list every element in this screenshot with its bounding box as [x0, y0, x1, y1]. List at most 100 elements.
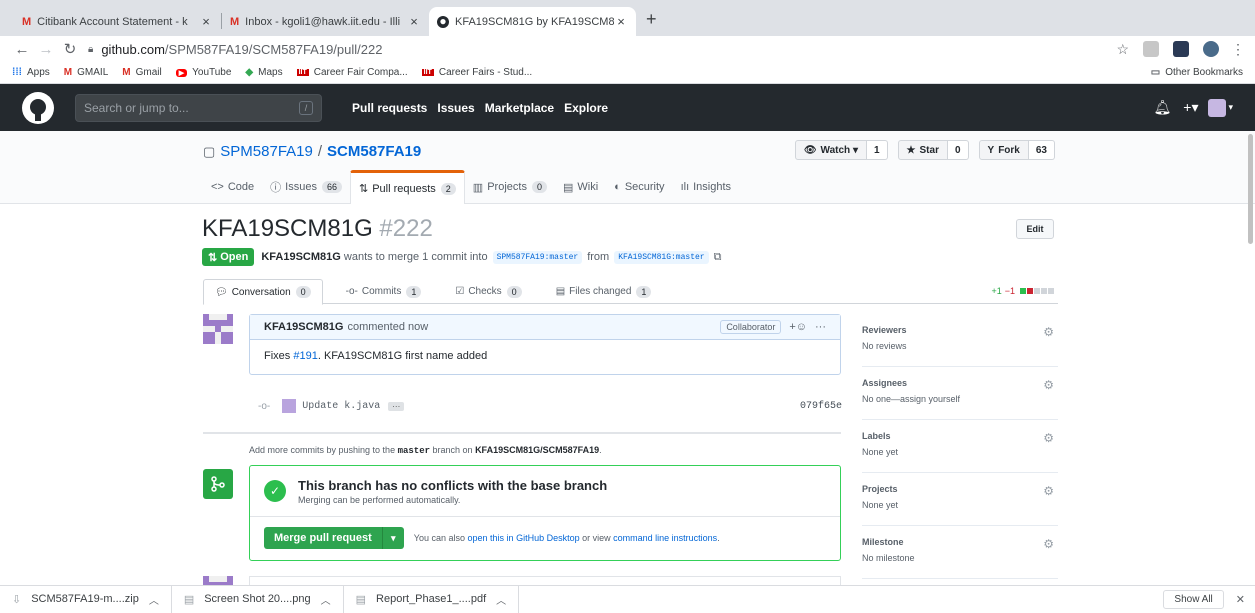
edit-button[interactable]: Edit — [1016, 219, 1054, 239]
show-all-button[interactable]: Show All — [1163, 589, 1224, 609]
plus-dropdown-icon[interactable]: +▾ — [1183, 99, 1198, 116]
more-options-icon[interactable]: ··· — [815, 321, 826, 333]
nav-issues[interactable]: Issues — [437, 101, 474, 115]
download-item[interactable]: ⇩ SCM587FA19-m....zip ︿ — [0, 585, 172, 613]
pr-author-link[interactable]: KFA19SCM81G — [261, 251, 340, 263]
download-item[interactable]: ▤ Screen Shot 20....png ︿ — [172, 585, 344, 613]
merge-pull-request-button[interactable]: Merge pull request — [264, 527, 382, 549]
browser-tab-citibank[interactable]: M Citibank Account Statement - k × — [14, 7, 221, 36]
sidebar-heading[interactable]: Labels — [862, 431, 1058, 441]
commit-sha-link[interactable]: 079f65e — [800, 401, 842, 412]
bookmark-label: YouTube — [192, 67, 232, 78]
copy-icon[interactable]: ⧉ — [714, 251, 722, 264]
tab-checks[interactable]: ☑ Checks 0 — [444, 279, 532, 304]
tab-commits[interactable]: -o- Commits 1 — [335, 279, 433, 304]
browser-tab-inbox[interactable]: M Inbox - kgoli1@hawk.iit.edu - Illi × — [222, 7, 429, 36]
expand-commit-button[interactable]: ··· — [388, 401, 405, 411]
tab-conversation[interactable]: 💬︎ Conversation 0 — [203, 279, 323, 305]
close-icon[interactable]: ✕ — [1236, 593, 1245, 606]
repo-actions: 👁︎ Watch ▾ 1 ★ Star 0 Y Fork 63 — [785, 140, 1055, 160]
sidebar-heading[interactable]: Reviewers — [862, 325, 1058, 335]
gear-icon[interactable]: ⚙ — [1043, 537, 1054, 551]
chevron-down-icon[interactable]: ▾ — [381, 527, 404, 549]
repo-owner-link[interactable]: SPM587FA19 — [220, 143, 313, 160]
bookmark-career-fairs[interactable]: IIT Career Fairs - Stud... — [421, 67, 532, 78]
bookmark-gmail[interactable]: M GMAIL — [64, 67, 108, 78]
avatar[interactable] — [282, 399, 297, 413]
extension-icon[interactable] — [1143, 41, 1159, 57]
bookmark-maps[interactable]: ◆ Maps — [245, 67, 282, 78]
new-tab-icon[interactable]: + — [646, 9, 657, 30]
tab-projects[interactable]: ▥ Projects 0 — [465, 170, 555, 204]
tab-issues[interactable]: ⓘ Issues 66 — [262, 170, 350, 204]
base-branch[interactable]: SPM587FA19:master — [492, 250, 583, 264]
chevron-down-icon[interactable]: ▾ — [1228, 102, 1233, 113]
star-bookmark-icon[interactable]: ☆ — [1116, 41, 1129, 58]
extension-icon[interactable] — [1173, 41, 1189, 57]
bookmark-youtube[interactable]: ▶ YouTube — [175, 67, 232, 78]
tab-files-changed[interactable]: ▤ Files changed 1 — [545, 279, 663, 304]
sidebar-heading[interactable]: Projects — [862, 484, 1058, 494]
bookmark-career-fair-companies[interactable]: IIT Career Fair Compa... — [296, 67, 408, 78]
chevron-up-icon[interactable]: ︿ — [321, 592, 331, 607]
avatar[interactable] — [203, 314, 233, 344]
scrollbar[interactable] — [1248, 134, 1253, 244]
gear-icon[interactable]: ⚙ — [1043, 325, 1054, 339]
bookmark-apps[interactable]: ⁞⁞⁞ Apps — [12, 67, 50, 78]
bookmark-other[interactable]: ▭ Other Bookmarks — [1151, 67, 1243, 78]
watch-button[interactable]: 👁︎ Watch ▾ — [794, 140, 867, 160]
close-icon[interactable]: × — [407, 14, 421, 29]
merge-hint-text: or view — [582, 533, 611, 543]
sidebar-heading[interactable]: Assignees — [862, 378, 1058, 388]
sidebar-value: None yet — [862, 500, 899, 510]
sidebar-heading[interactable]: Milestone — [862, 537, 1058, 547]
project-icon: ▥ — [472, 181, 484, 194]
add-reaction-icon[interactable]: +☺ — [789, 321, 807, 333]
tab-insights[interactable]: ılı Insights — [673, 170, 739, 204]
issue-icon: ⓘ — [270, 182, 282, 194]
github-logo-icon[interactable] — [22, 91, 54, 124]
tab-security[interactable]: ◐ Security — [606, 170, 672, 204]
repo-name-link[interactable]: SCM587FA19 — [327, 143, 421, 160]
commit-message-link[interactable]: Update k.java — [302, 401, 380, 412]
github-desktop-link[interactable]: open this in GitHub Desktop — [468, 533, 580, 543]
star-count[interactable]: 0 — [947, 140, 969, 160]
fork-button[interactable]: Y Fork — [978, 140, 1029, 160]
command-line-link[interactable]: command line instructions — [613, 533, 717, 543]
browser-tab-github[interactable]: KFA19SCM81G by KFA19SCM81 × — [429, 7, 636, 36]
watch-count[interactable]: 1 — [866, 140, 888, 160]
tab-pull-requests[interactable]: ⇅ Pull requests 2 — [349, 170, 465, 204]
chevron-up-icon[interactable]: ︿ — [149, 592, 159, 607]
forward-icon[interactable]: → — [34, 41, 58, 58]
fork-count[interactable]: 63 — [1028, 140, 1055, 160]
git-merge-icon — [203, 469, 233, 499]
close-icon[interactable]: × — [614, 14, 628, 29]
gear-icon[interactable]: ⚙ — [1043, 431, 1054, 445]
profile-avatar[interactable] — [1203, 41, 1219, 57]
head-branch[interactable]: KFA19SCM81G:master — [614, 250, 709, 264]
sidebar-value[interactable]: No one—assign yourself — [862, 394, 1058, 404]
issue-link[interactable]: #191 — [293, 350, 317, 362]
gear-icon[interactable]: ⚙ — [1043, 484, 1054, 498]
back-icon[interactable]: ← — [10, 41, 34, 58]
tab-code[interactable]: <> Code — [203, 170, 262, 204]
gear-icon[interactable]: ⚙ — [1043, 378, 1054, 392]
bookmark-gmail-2[interactable]: M Gmail — [122, 67, 161, 78]
menu-kebab-icon[interactable]: ⋮ — [1231, 41, 1245, 58]
download-item[interactable]: ▤ Report_Phase1_....pdf ︿ — [344, 585, 520, 613]
search-input[interactable]: Search or jump to... / — [75, 93, 322, 122]
merge-actions: Merge pull request ▾ You can also open t… — [250, 517, 840, 559]
nav-explore[interactable]: Explore — [564, 101, 608, 115]
reload-icon[interactable]: ↻ — [58, 40, 82, 58]
deletions: −1 — [1004, 286, 1015, 296]
nav-pull-requests[interactable]: Pull requests — [352, 101, 427, 115]
avatar[interactable] — [1208, 98, 1227, 117]
tab-wiki[interactable]: ▤ Wiki — [555, 170, 606, 204]
nav-marketplace[interactable]: Marketplace — [485, 101, 554, 115]
bell-icon[interactable]: 🔔︎ — [1153, 99, 1171, 116]
star-button[interactable]: ★ Star — [897, 140, 948, 160]
comment-author-link[interactable]: KFA19SCM81G — [264, 321, 343, 333]
chevron-up-icon[interactable]: ︿ — [496, 592, 506, 607]
close-icon[interactable]: × — [199, 14, 213, 29]
url-field[interactable]: 🔒︎ github.com/SPM587FA19/SCM587FA19/pull… — [88, 42, 1116, 57]
